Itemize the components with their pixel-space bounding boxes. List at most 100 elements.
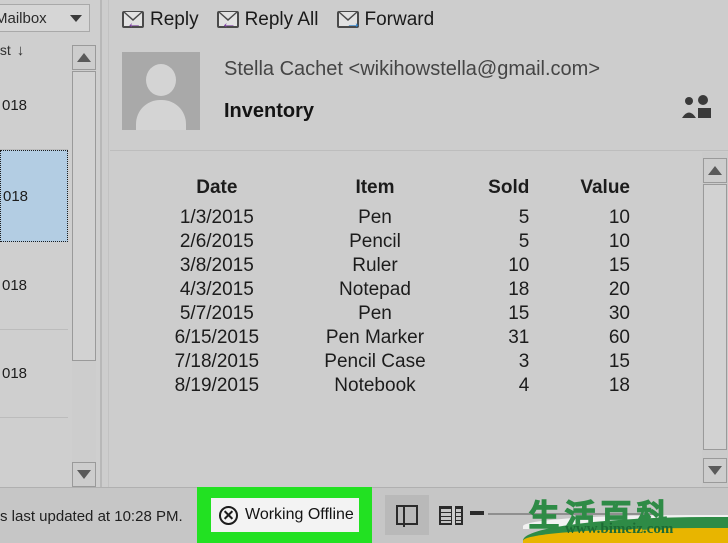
cell-item: Notebook bbox=[334, 375, 416, 396]
normal-view-button[interactable] bbox=[385, 495, 429, 535]
reading-view-icon bbox=[439, 505, 463, 525]
offline-x-circle-icon bbox=[219, 505, 238, 525]
header-body-divider bbox=[110, 150, 728, 151]
view-mode-buttons bbox=[385, 495, 473, 535]
sort-order-label: west bbox=[0, 42, 11, 58]
scroll-down-button[interactable] bbox=[72, 462, 96, 487]
column-header-sold: Sold bbox=[488, 177, 530, 198]
cell-date: 2/6/2015 bbox=[179, 231, 254, 252]
cell-date: 5/7/2015 bbox=[179, 303, 254, 324]
cell-value: 15 bbox=[608, 351, 630, 372]
mailbox-dropdown[interactable]: Mailbox bbox=[0, 4, 90, 32]
sender-address: Stella Cachet <wikihowstella@gmail.com> bbox=[224, 58, 601, 80]
cell-sold: 15 bbox=[508, 303, 530, 324]
table-row: 2/6/2015 Pencil 5 10 bbox=[140, 230, 640, 254]
message-date: 018 bbox=[2, 277, 28, 294]
triangle-down-icon bbox=[708, 466, 722, 475]
chevron-down-icon bbox=[70, 14, 82, 22]
cell-sold: 3 bbox=[518, 351, 530, 372]
table-row: 4/3/2015 Notepad 18 20 bbox=[140, 278, 640, 302]
cell-value: 10 bbox=[608, 231, 630, 252]
scrollbar-thumb[interactable] bbox=[703, 184, 727, 450]
list-item-selected[interactable]: 018 bbox=[0, 150, 68, 242]
table-row: 6/15/2015 Pen Marker 31 60 bbox=[140, 326, 640, 350]
forward-button-label: Forward bbox=[364, 9, 435, 30]
message-date: 018 bbox=[2, 97, 28, 114]
pane-divider[interactable] bbox=[100, 0, 102, 487]
reply-all-button[interactable]: ← Reply All bbox=[216, 9, 319, 31]
column-header-date: Date bbox=[196, 177, 238, 198]
message-list-sidebar: Mailbox west ↓ 018 018 018 018 bbox=[0, 0, 100, 487]
message-body-scrollbar[interactable] bbox=[702, 152, 728, 487]
table-header-row: Date Item Sold Value bbox=[140, 176, 640, 206]
cell-item: Pen bbox=[358, 207, 392, 228]
list-item[interactable]: 018 bbox=[0, 242, 68, 330]
triangle-up-icon bbox=[77, 53, 91, 62]
scroll-up-button[interactable] bbox=[703, 158, 727, 183]
cell-date: 7/18/2015 bbox=[174, 351, 260, 372]
cell-sold: 5 bbox=[518, 207, 530, 228]
message-date: 018 bbox=[2, 365, 28, 382]
cell-date: 6/15/2015 bbox=[174, 327, 260, 348]
avatar bbox=[122, 52, 200, 130]
cell-value: 60 bbox=[608, 327, 630, 348]
zoom-slider[interactable] bbox=[470, 511, 670, 516]
cell-item: Ruler bbox=[352, 255, 398, 276]
cell-item: Pencil Case bbox=[324, 351, 426, 372]
list-item[interactable]: 018 bbox=[0, 62, 68, 150]
cell-date: 3/8/2015 bbox=[179, 255, 254, 276]
envelope-reply-icon: ← bbox=[122, 10, 148, 31]
cell-sold: 18 bbox=[508, 279, 530, 300]
inventory-table: Date Item Sold Value 1/3/2015 Pen 5 10 2/6/2… bbox=[140, 176, 640, 398]
cell-sold: 4 bbox=[518, 375, 530, 396]
cell-sold: 10 bbox=[508, 255, 530, 276]
cell-item: Pen Marker bbox=[325, 327, 425, 348]
working-offline-button[interactable]: Working Offline bbox=[211, 498, 359, 532]
highlight-annotation: Working Offline bbox=[197, 487, 372, 543]
cell-date: 8/19/2015 bbox=[174, 375, 260, 396]
list-item[interactable]: 018 bbox=[0, 330, 68, 418]
table-row: 8/19/2015 Notebook 4 18 bbox=[140, 374, 640, 398]
scroll-up-button[interactable] bbox=[72, 45, 96, 70]
scroll-down-button[interactable] bbox=[703, 458, 727, 483]
cell-sold: 5 bbox=[518, 231, 530, 252]
message-subject: Inventory bbox=[224, 100, 315, 122]
working-offline-label: Working Offline bbox=[245, 506, 354, 523]
cell-value: 20 bbox=[608, 279, 630, 300]
message-date: 018 bbox=[3, 187, 29, 205]
cell-item: Pencil bbox=[349, 231, 401, 252]
forward-button[interactable]: → Forward bbox=[336, 9, 435, 31]
sort-order-control[interactable]: west ↓ bbox=[0, 40, 72, 60]
cell-value: 15 bbox=[608, 255, 630, 276]
status-message: s last updated at 10:28 PM. bbox=[0, 508, 183, 525]
triangle-down-icon bbox=[77, 470, 91, 479]
triangle-up-icon bbox=[708, 166, 722, 175]
cell-value: 18 bbox=[608, 375, 630, 396]
reading-view-button[interactable] bbox=[429, 495, 473, 535]
cell-item: Pen bbox=[358, 303, 392, 324]
cell-value: 30 bbox=[608, 303, 630, 324]
reading-pane: ← Reply ← Reply All → Forward Stella Cac… bbox=[110, 0, 728, 487]
reply-all-button-label: Reply All bbox=[244, 9, 319, 30]
message-list-scrollbar[interactable] bbox=[72, 45, 96, 487]
table-row: 1/3/2015 Pen 5 10 bbox=[140, 206, 640, 230]
mailbox-dropdown-label: Mailbox bbox=[0, 9, 47, 27]
table-row: 7/18/2015 Pencil Case 3 15 bbox=[140, 350, 640, 374]
column-header-item: Item bbox=[355, 177, 395, 198]
envelope-forward-icon: → bbox=[336, 10, 363, 31]
zoom-slider-track[interactable] bbox=[488, 513, 663, 515]
outlook-window: Mailbox west ↓ 018 018 018 018 bbox=[0, 0, 728, 543]
message-body: Date Item Sold Value 1/3/2015 Pen 5 10 2/6/2… bbox=[110, 152, 690, 487]
cell-date: 4/3/2015 bbox=[179, 279, 254, 300]
normal-view-icon bbox=[396, 505, 418, 527]
message-toolbar: ← Reply ← Reply All → Forward bbox=[110, 0, 728, 40]
message-list[interactable]: 018 018 018 018 bbox=[0, 62, 68, 487]
arrow-down-icon: ↓ bbox=[16, 41, 25, 59]
cell-sold: 31 bbox=[508, 327, 530, 348]
contacts-icon[interactable] bbox=[680, 94, 714, 120]
envelope-reply-all-icon: ← bbox=[216, 10, 243, 31]
table-row: 5/7/2015 Pen 15 30 bbox=[140, 302, 640, 326]
cell-value: 10 bbox=[608, 207, 630, 228]
reply-button[interactable]: ← Reply bbox=[122, 9, 199, 31]
scrollbar-thumb[interactable] bbox=[72, 71, 96, 361]
